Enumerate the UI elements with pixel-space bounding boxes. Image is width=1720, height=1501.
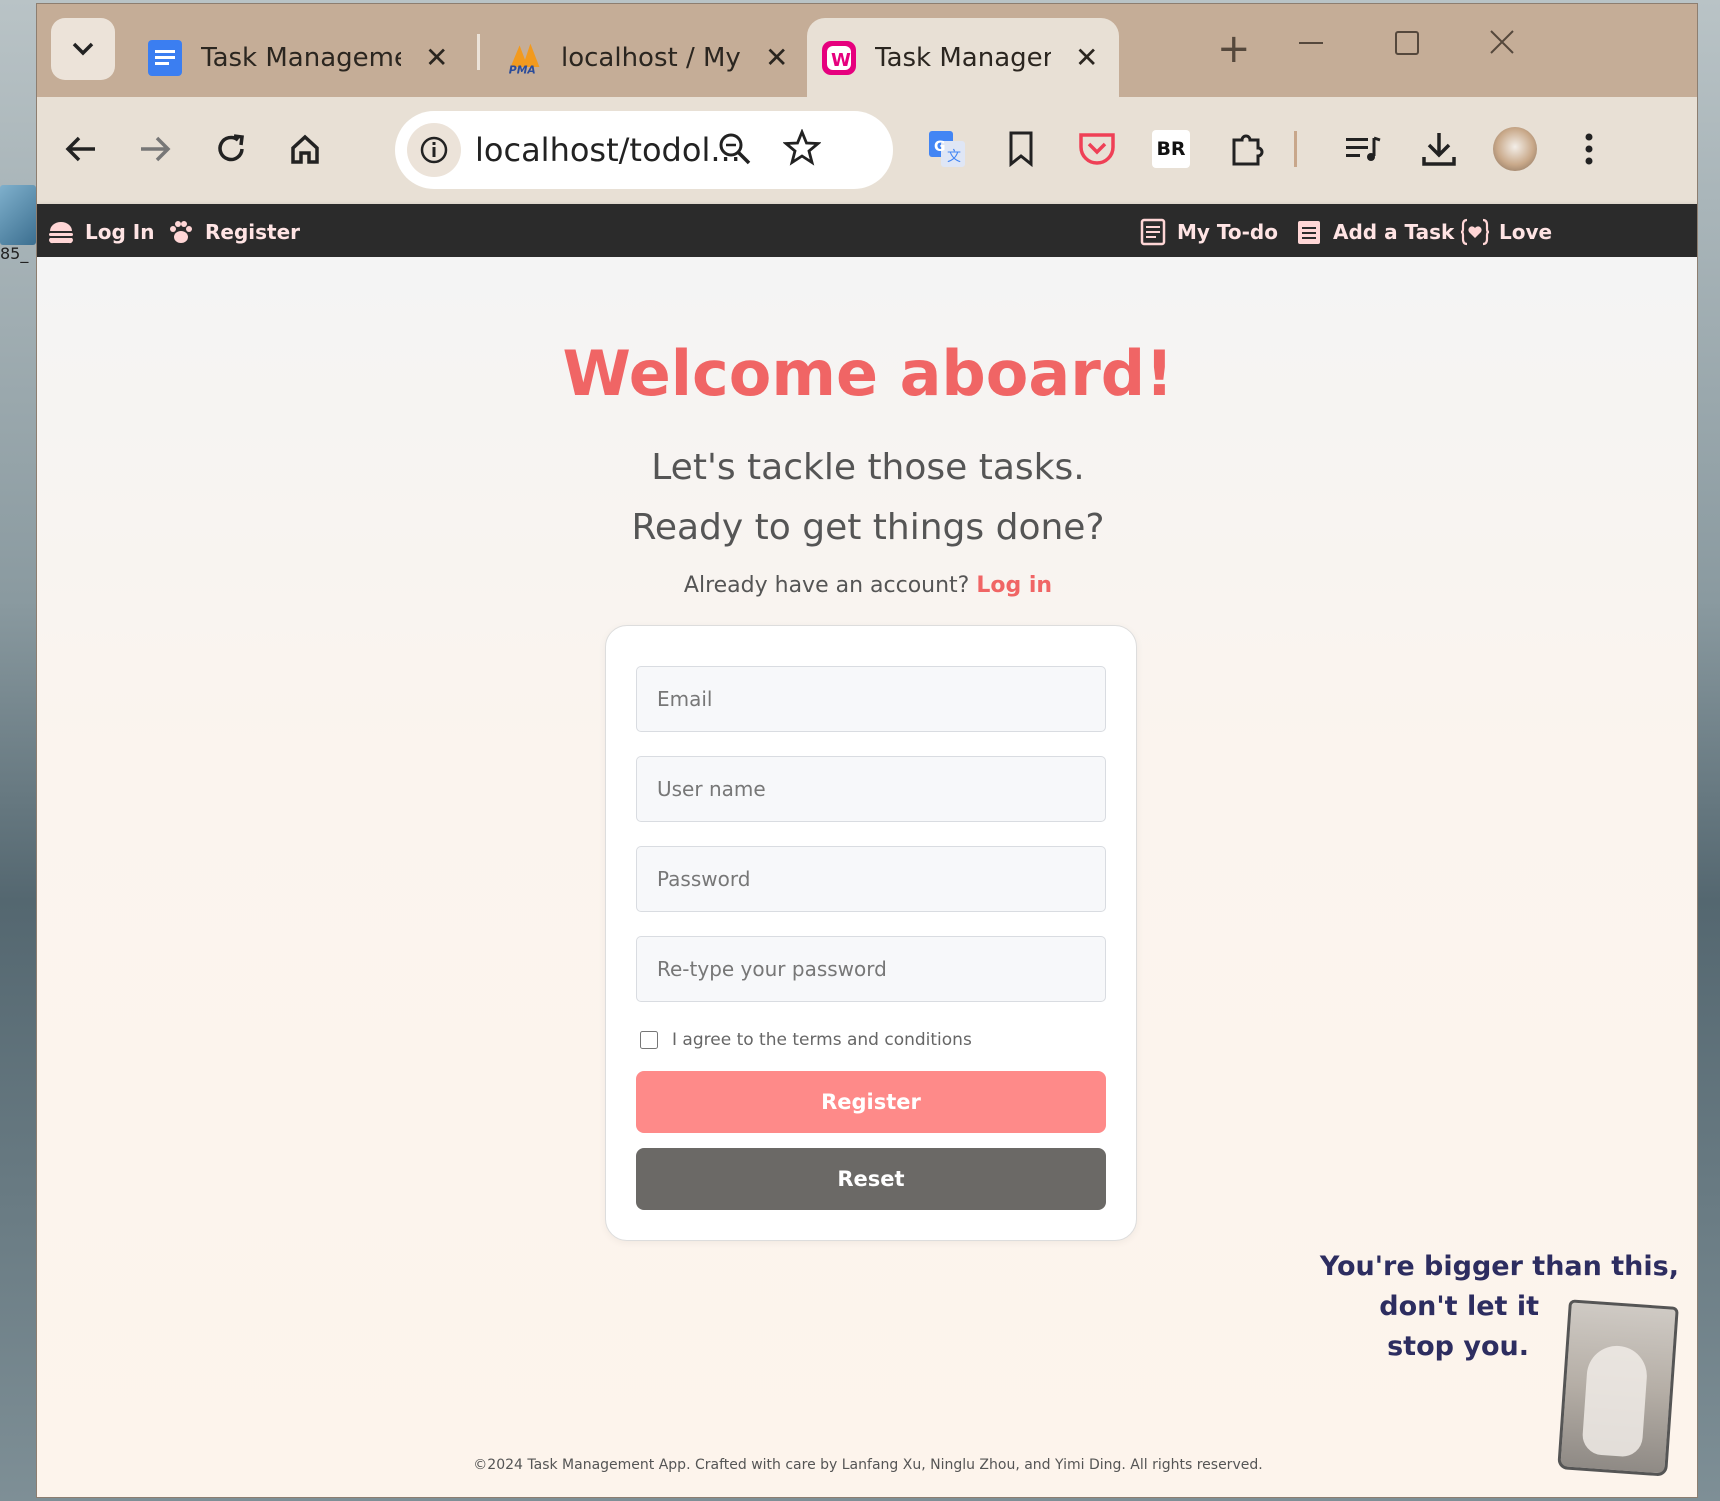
star-icon[interactable] — [782, 128, 822, 171]
heart-braces-icon — [1461, 218, 1489, 246]
nav-register[interactable]: Register — [167, 218, 300, 246]
browser-toolbar: localhost/todol... G文 BR — [37, 97, 1697, 204]
nav-my-todo[interactable]: My To-do — [1139, 218, 1278, 246]
register-form-card: I agree to the terms and conditions Regi… — [605, 625, 1137, 1241]
tab-title: Task Managemen — [875, 42, 1051, 73]
reload-icon[interactable] — [209, 127, 253, 171]
paw-icon — [167, 218, 195, 246]
task-list-icon — [1295, 218, 1323, 246]
tab-task-management-active[interactable]: W Task Managemen ✕ — [807, 18, 1119, 97]
media-icon[interactable] — [1341, 127, 1385, 171]
nav-add-task[interactable]: Add a Task — [1295, 218, 1454, 246]
tab-search-button[interactable] — [51, 18, 115, 80]
pocket-icon[interactable] — [1075, 127, 1119, 171]
forward-arrow-icon[interactable] — [133, 127, 177, 171]
nav-login[interactable]: Log In — [47, 218, 154, 246]
tab-separator — [477, 34, 480, 70]
cat-in-bin-image — [1557, 1299, 1679, 1477]
download-icon[interactable] — [1417, 127, 1461, 171]
bookmark-icon[interactable] — [999, 127, 1043, 171]
terms-row[interactable]: I agree to the terms and conditions — [640, 1030, 972, 1050]
svg-text:PMA: PMA — [509, 63, 536, 76]
home-icon[interactable] — [283, 127, 327, 171]
wampserver-icon: W — [821, 40, 857, 76]
menu-icon[interactable] — [1567, 127, 1611, 171]
tab-strip: Task Management ✕ PMA localhost / MySQL … — [37, 4, 1697, 97]
tab-title: Task Management — [201, 42, 401, 73]
toolbar-separator — [1294, 131, 1297, 167]
quote-line-1: You're bigger than this, — [1319, 1251, 1679, 1282]
new-tab-button[interactable]: + — [1217, 26, 1251, 72]
tab-task-management-docs[interactable]: Task Management ✕ — [133, 18, 462, 97]
subtitle-line-2: Ready to get things done? — [631, 507, 1105, 548]
svg-text:G: G — [934, 139, 946, 155]
main-content: Welcome aboard! Let's tackle those tasks… — [37, 257, 1697, 1497]
zoom-icon[interactable] — [717, 131, 753, 171]
nav-register-label: Register — [205, 220, 301, 244]
url-text[interactable]: localhost/todol... — [475, 131, 741, 169]
page-title: Welcome aboard! — [562, 337, 1174, 410]
nav-love[interactable]: Love — [1461, 218, 1552, 246]
nav-add-task-label: Add a Task — [1333, 220, 1455, 244]
chevron-down-icon — [72, 42, 94, 56]
username-field[interactable] — [636, 756, 1106, 822]
address-bar[interactable]: localhost/todol... — [395, 111, 893, 189]
reset-button[interactable]: Reset — [636, 1148, 1106, 1210]
close-icon[interactable]: ✕ — [765, 41, 788, 74]
profile-avatar[interactable] — [1493, 127, 1537, 171]
svg-text:W: W — [831, 50, 851, 71]
br-icon[interactable]: BR — [1149, 127, 1193, 171]
login-prompt-text: Already have an account? — [683, 573, 970, 598]
desktop-file-icon[interactable] — [0, 185, 36, 245]
subtitle-line-1: Let's tackle those tasks. — [651, 447, 1085, 488]
terms-label: I agree to the terms and conditions — [672, 1030, 972, 1050]
tab-title: localhost / MySQL — [561, 42, 741, 73]
email-field[interactable] — [636, 666, 1106, 732]
translate-icon[interactable]: G文 — [925, 127, 969, 171]
close-icon[interactable]: ✕ — [425, 41, 448, 74]
br-label: BR — [1152, 130, 1190, 168]
nav-my-todo-label: My To-do — [1177, 220, 1278, 244]
browser-window: Task Management ✕ PMA localhost / MySQL … — [36, 3, 1698, 1498]
terms-checkbox[interactable] — [640, 1031, 658, 1049]
password-field[interactable] — [636, 846, 1106, 912]
login-prompt: Already have an account? Log in — [37, 573, 1697, 598]
tab-phpmyadmin[interactable]: PMA localhost / MySQL ✕ — [493, 18, 802, 97]
phpmyadmin-icon: PMA — [507, 40, 543, 76]
back-arrow-icon[interactable] — [59, 127, 103, 171]
svg-text:文: 文 — [947, 149, 961, 165]
extensions-icon[interactable] — [1225, 127, 1269, 171]
minimize-icon[interactable] — [1299, 28, 1323, 63]
desktop-file-label: 85_ — [0, 244, 29, 263]
notebook-icon — [1139, 218, 1167, 246]
register-button[interactable]: Register — [636, 1071, 1106, 1133]
login-link[interactable]: Log in — [976, 573, 1052, 598]
site-navbar: Log In Register My To-do Add a Task Love — [37, 204, 1697, 257]
close-icon[interactable]: ✕ — [1075, 41, 1098, 74]
docs-icon — [147, 39, 183, 76]
maximize-icon[interactable] — [1395, 28, 1419, 63]
window-close-icon[interactable] — [1489, 28, 1515, 63]
site-info-icon[interactable] — [407, 123, 461, 177]
hamburger-icon — [47, 218, 75, 246]
footer-text: ©2024 Task Management App. Crafted with … — [473, 1457, 1263, 1473]
retype-password-field[interactable] — [636, 936, 1106, 1002]
nav-love-label: Love — [1499, 220, 1553, 244]
nav-login-label: Log In — [85, 220, 155, 244]
